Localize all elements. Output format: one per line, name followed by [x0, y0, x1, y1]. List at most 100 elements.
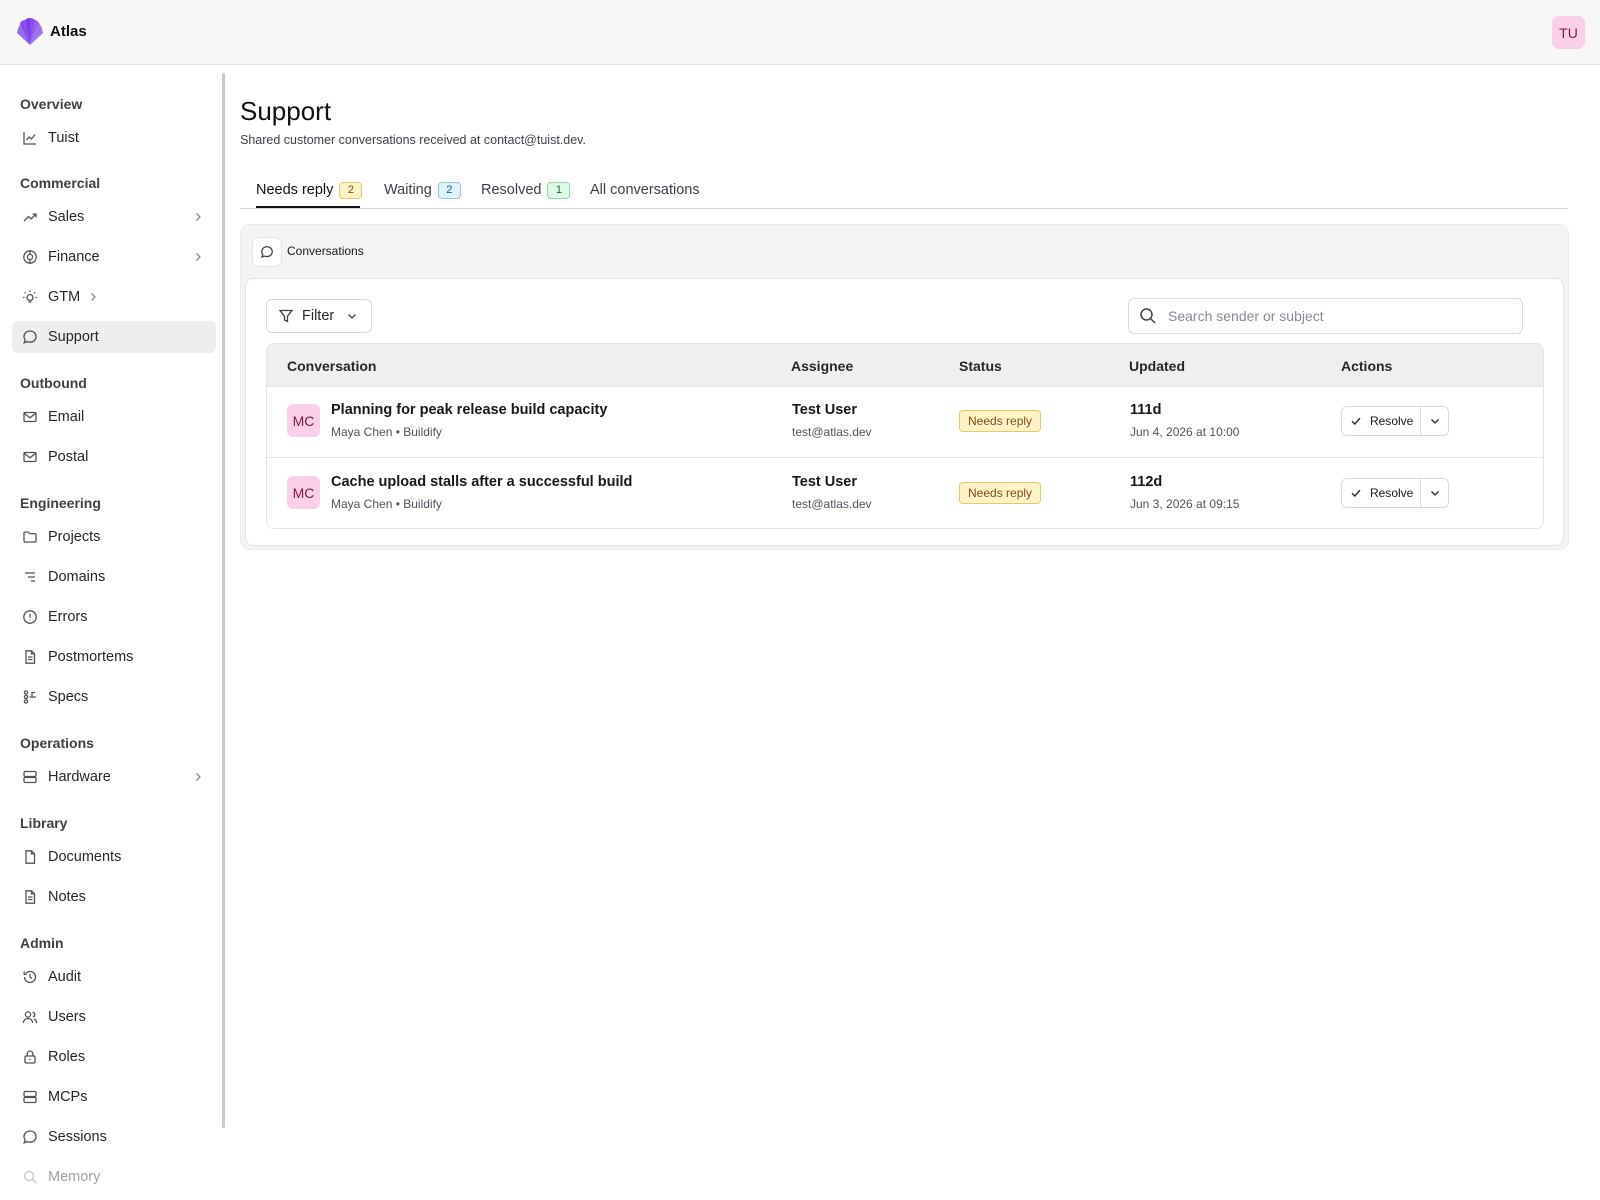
resolve-button-group: Resolve	[1341, 478, 1449, 508]
tab-all-conversations[interactable]: All conversations	[590, 171, 700, 209]
resolve-menu-button[interactable]	[1421, 407, 1448, 435]
chevron-down-icon	[346, 310, 358, 322]
column-header-status[interactable]: Status	[959, 358, 1002, 374]
users-icon	[22, 1009, 38, 1025]
filter-button[interactable]: Filter	[266, 299, 372, 333]
filter-label: Filter	[302, 308, 335, 324]
sidebar-item-domains[interactable]: Domains	[12, 561, 216, 593]
sidebar-item-label: Projects	[48, 529, 101, 545]
conversation-subject[interactable]: Cache upload stalls after a successful b…	[331, 474, 632, 490]
resolve-label: Resolve	[1370, 414, 1414, 428]
filter-icon	[278, 308, 294, 324]
sidebar-item-projects[interactable]: Projects	[12, 521, 216, 553]
sidebar-item-gtm[interactable]: GTM	[12, 281, 216, 313]
folder-icon	[22, 529, 38, 545]
sidebar-item-notes[interactable]: Notes	[12, 881, 216, 913]
sidebar-item-label: MCPs	[48, 1089, 88, 1105]
sidebar-item-label: Support	[48, 329, 99, 345]
list-tree-icon	[22, 569, 38, 585]
column-header-actions: Actions	[1341, 358, 1393, 374]
assignee-email: test@atlas.dev	[792, 497, 872, 511]
atlas-logo-icon[interactable]	[15, 17, 45, 47]
sidebar-item-postmortems[interactable]: Postmortems	[12, 641, 216, 673]
tab-bar: Needs reply 2 Waiting 2 Resolved 1 All c…	[240, 171, 1568, 209]
sidebar-item-roles[interactable]: Roles	[12, 1041, 216, 1073]
sidebar-section-commercial: Commercial	[20, 175, 101, 191]
lock-icon	[22, 1049, 38, 1065]
search-icon	[22, 1169, 38, 1185]
workflow-icon	[22, 689, 38, 705]
sidebar-item-hardware[interactable]: Hardware	[12, 761, 216, 793]
sidebar-item-memory[interactable]: Memory	[12, 1161, 216, 1193]
top-bar: Atlas TU	[0, 0, 1600, 65]
sidebar-item-label: Memory	[48, 1169, 101, 1185]
sidebar-item-label: Notes	[48, 889, 86, 905]
sidebar-section-library: Library	[20, 815, 68, 831]
user-avatar[interactable]: TU	[1552, 16, 1585, 49]
sidebar-item-sessions[interactable]: Sessions	[12, 1121, 216, 1153]
resolve-label: Resolve	[1370, 486, 1414, 500]
avatar: MC	[287, 404, 320, 437]
sidebar-item-label: Audit	[48, 969, 82, 985]
chevron-right-icon	[192, 211, 204, 223]
tab-resolved[interactable]: Resolved 1	[481, 171, 571, 209]
tab-needs-reply[interactable]: Needs reply 2	[256, 171, 363, 209]
resolve-button[interactable]: Resolve	[1342, 407, 1421, 435]
sidebar-item-tuist[interactable]: Tuist	[12, 122, 216, 154]
updated-relative: 111d	[1130, 402, 1162, 418]
search-input[interactable]	[1168, 308, 1508, 324]
assignee-name: Test User	[792, 402, 858, 418]
sidebar-scrollbar[interactable]	[222, 73, 225, 1128]
conversations-card: Filter Conversation Assignee Status Upda…	[245, 278, 1564, 546]
chevron-down-icon	[1429, 487, 1441, 499]
sidebar-item-audit[interactable]: Audit	[12, 961, 216, 993]
sidebar-section-admin: Admin	[20, 935, 64, 951]
sidebar: Overview Tuist Commercial Sales Finance …	[0, 65, 222, 1200]
search-icon	[1139, 307, 1157, 325]
brand-name[interactable]: Atlas	[50, 23, 87, 40]
tab-count-badge: 2	[339, 181, 363, 199]
resolve-menu-button[interactable]	[1421, 479, 1448, 507]
sidebar-section-operations: Operations	[20, 735, 94, 751]
table-header: Conversation Assignee Status Updated Act…	[267, 344, 1543, 387]
message-circle-icon	[22, 329, 38, 345]
sidebar-item-support[interactable]: Support	[12, 321, 216, 353]
table-row[interactable]: MC Planning for peak release build capac…	[267, 387, 1543, 458]
sidebar-item-label: Errors	[48, 609, 88, 625]
sidebar-item-documents[interactable]: Documents	[12, 841, 216, 873]
chevron-right-icon	[192, 251, 204, 263]
sidebar-item-errors[interactable]: Errors	[12, 601, 216, 633]
sidebar-item-label: Finance	[48, 249, 100, 265]
sidebar-item-label: Roles	[48, 1049, 86, 1065]
resolve-button[interactable]: Resolve	[1342, 479, 1421, 507]
conversation-sender: Maya Chen • Buildify	[331, 425, 442, 439]
message-circle-icon	[22, 1129, 38, 1145]
sidebar-item-specs[interactable]: Specs	[12, 681, 216, 713]
chevron-down-icon	[1429, 415, 1441, 427]
column-header-assignee[interactable]: Assignee	[791, 358, 853, 374]
sidebar-item-label: Hardware	[48, 769, 111, 785]
column-header-conversation[interactable]: Conversation	[287, 358, 376, 374]
table-row[interactable]: MC Cache upload stalls after a successfu…	[267, 459, 1543, 528]
page-subtitle: Shared customer conversations received a…	[240, 133, 586, 147]
server-icon	[22, 769, 38, 785]
conversation-subject[interactable]: Planning for peak release build capacity	[331, 402, 607, 418]
sidebar-item-finance[interactable]: Finance	[12, 241, 216, 273]
sidebar-item-sales[interactable]: Sales	[12, 201, 216, 233]
sidebar-item-label: Sessions	[48, 1129, 107, 1145]
sidebar-item-email[interactable]: Email	[12, 401, 216, 433]
sidebar-item-mcps[interactable]: MCPs	[12, 1081, 216, 1113]
active-tab-indicator	[256, 206, 360, 208]
column-header-updated[interactable]: Updated	[1129, 358, 1185, 374]
sidebar-item-label: Documents	[48, 849, 122, 865]
sidebar-item-label: Postmortems	[48, 649, 134, 665]
page-title: Support	[240, 96, 332, 126]
sidebar-item-users[interactable]: Users	[12, 1001, 216, 1033]
tab-label: Resolved	[481, 182, 542, 198]
panel-title: Conversations	[287, 244, 364, 258]
search-box[interactable]	[1128, 298, 1523, 334]
trending-up-icon	[22, 209, 38, 225]
sidebar-item-postal[interactable]: Postal	[12, 441, 216, 473]
tab-waiting[interactable]: Waiting 2	[384, 171, 461, 209]
server-icon	[22, 1089, 38, 1105]
